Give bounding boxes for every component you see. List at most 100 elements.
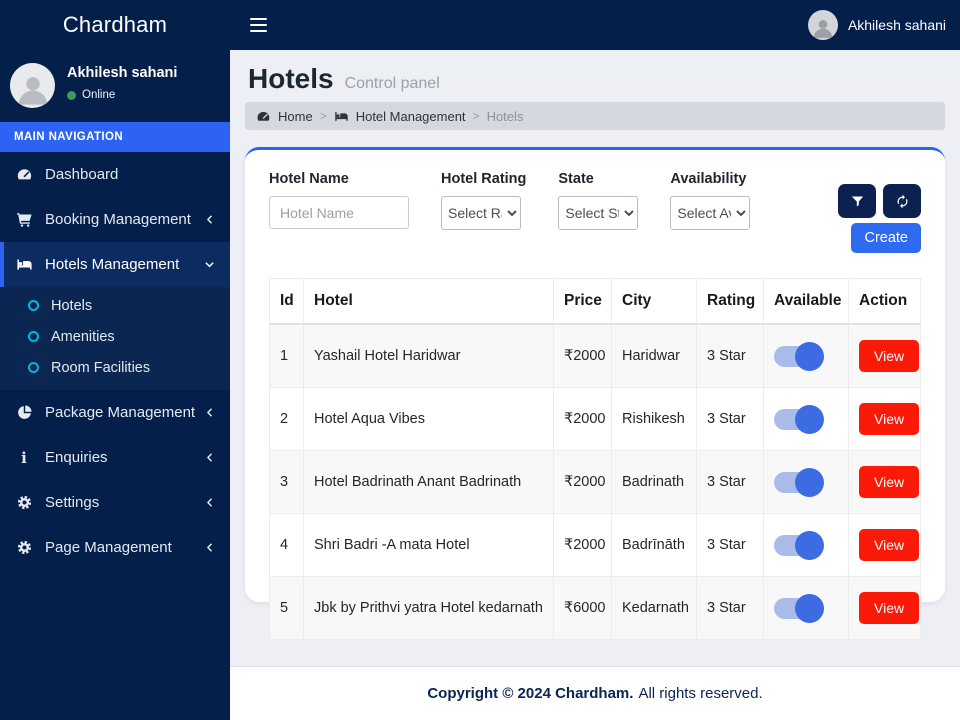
- column-header-city: City: [611, 278, 697, 325]
- availability-select[interactable]: Select Availability: [670, 196, 751, 230]
- avatar: [807, 10, 838, 40]
- cart-icon: [15, 211, 33, 229]
- cell-city: Badrīnāth: [611, 513, 697, 577]
- sidebar-nav: Dashboard Booking Management Hotels Mana…: [0, 152, 230, 570]
- cell-city: Rishikesh: [611, 387, 697, 451]
- hotels-card: Hotel Name Hotel Rating Select Rating St…: [245, 147, 945, 640]
- availability-toggle[interactable]: [774, 341, 824, 371]
- sidebar-subitem-hotels[interactable]: Hotels: [0, 290, 230, 321]
- sidebar-item-label: Hotels Management: [45, 256, 180, 273]
- column-header-hotel: Hotel: [303, 278, 554, 325]
- availability-toggle[interactable]: [774, 404, 824, 434]
- hotel-name-label: Hotel Name: [269, 171, 349, 187]
- page-subtitle: Control panel: [344, 75, 440, 92]
- sidebar-subitem-room-facilities[interactable]: Room Facilities: [0, 352, 230, 383]
- cell-price: ₹2000: [553, 323, 612, 388]
- table-row: 4 Shri Badri -A mata Hotel ₹2000 Badrīnā…: [269, 513, 921, 577]
- availability-toggle[interactable]: [774, 530, 824, 560]
- state-select[interactable]: Select State: [558, 196, 639, 230]
- cell-hotel-name: Hotel Badrinath Anant Badrinath: [303, 450, 554, 514]
- cell-hotel-name: Yashail Hotel Haridwar: [303, 323, 554, 388]
- cell-rating: 3 Star: [696, 513, 764, 577]
- state-label: State: [558, 171, 594, 187]
- cell-available: [763, 513, 849, 577]
- hotel-name-input[interactable]: [269, 196, 409, 229]
- toggle-knob: [795, 530, 824, 560]
- person-icon: [18, 77, 47, 105]
- brand-logo[interactable]: Chardham: [0, 0, 230, 50]
- filter-button[interactable]: [838, 184, 876, 218]
- sidebar-item-package-management[interactable]: Package Management: [0, 390, 230, 435]
- top-navbar: Akhilesh sahani: [230, 0, 960, 50]
- cell-rating: 3 Star: [696, 450, 764, 514]
- bed-icon: [334, 109, 349, 124]
- view-button[interactable]: View: [859, 466, 920, 498]
- cell-available: [763, 387, 849, 451]
- circle-icon: [28, 331, 39, 342]
- cell-rating: 3 Star: [696, 323, 764, 388]
- cell-id: 5: [269, 576, 304, 640]
- sidebar-item-label: Package Management: [45, 404, 196, 421]
- cell-id: 4: [269, 513, 304, 577]
- breadcrumb-hotel-management[interactable]: Hotel Management: [356, 109, 466, 124]
- cell-city: Haridwar: [611, 323, 697, 388]
- view-button[interactable]: View: [859, 529, 920, 561]
- sidebar-section-label: MAIN NAVIGATION: [0, 122, 230, 152]
- toggle-knob: [795, 467, 824, 497]
- sidebar-item-settings[interactable]: Settings: [0, 480, 230, 525]
- column-header-action: Action: [848, 278, 921, 325]
- sidebar-item-booking-management[interactable]: Booking Management: [0, 197, 230, 242]
- sidebar-subitem-label: Amenities: [51, 328, 115, 345]
- navbar-user-name: Akhilesh sahani: [847, 17, 946, 33]
- circle-icon: [28, 362, 39, 373]
- chevron-left-icon: [203, 406, 216, 419]
- pie-chart-icon: [15, 404, 33, 422]
- chevron-left-icon: [203, 496, 216, 509]
- sidebar-item-hotels-management[interactable]: Hotels Management: [0, 242, 230, 287]
- hotel-rating-select[interactable]: Select Rating: [441, 196, 521, 230]
- refresh-button[interactable]: [883, 184, 921, 218]
- cell-action: View: [848, 387, 921, 451]
- column-header-rating: Rating: [696, 278, 764, 325]
- sidebar-toggle-button[interactable]: [240, 8, 277, 43]
- breadcrumb-home[interactable]: Home: [278, 109, 313, 124]
- sidebar-item-label: Booking Management: [45, 211, 191, 228]
- hotels-management-submenu: Hotels Amenities Room Facilities: [0, 287, 230, 390]
- cell-price: ₹2000: [553, 513, 612, 577]
- sidebar-subitem-label: Hotels: [51, 297, 93, 314]
- sidebar-item-page-management[interactable]: Page Management: [0, 525, 230, 570]
- sidebar-item-dashboard[interactable]: Dashboard: [0, 152, 230, 197]
- availability-toggle[interactable]: [774, 593, 824, 623]
- footer-copyright: Copyright © 2024 Chardham.: [427, 685, 634, 702]
- cell-rating: 3 Star: [696, 387, 764, 451]
- sidebar-subitem-amenities[interactable]: Amenities: [0, 321, 230, 352]
- create-button[interactable]: Create: [851, 223, 921, 253]
- sidebar-item-enquiries[interactable]: i Enquiries: [0, 435, 230, 480]
- sidebar-item-label: Settings: [45, 494, 100, 511]
- cell-action: View: [848, 323, 921, 388]
- sidebar-user-name: Akhilesh sahani: [67, 65, 178, 81]
- table-row: 3 Hotel Badrinath Anant Badrinath ₹2000 …: [269, 450, 921, 514]
- user-status-label: Online: [82, 89, 116, 101]
- toggle-knob: [795, 341, 824, 371]
- view-button[interactable]: View: [859, 592, 920, 624]
- footer-rights: All rights reserved.: [638, 685, 763, 702]
- chevron-left-icon: [203, 213, 216, 226]
- circle-icon: [28, 300, 39, 311]
- cell-available: [763, 323, 849, 388]
- breadcrumb: Home > Hotel Management > Hotels: [245, 102, 945, 130]
- person-icon: [813, 19, 833, 38]
- table-row: 1 Yashail Hotel Haridwar ₹2000 Haridwar …: [269, 323, 921, 388]
- availability-toggle[interactable]: [774, 467, 824, 497]
- sidebar: Chardham Akhilesh sahani Online MAIN NAV…: [0, 0, 230, 720]
- view-button[interactable]: View: [859, 403, 920, 435]
- navbar-user-menu[interactable]: Akhilesh sahani: [807, 10, 946, 40]
- page-title: Hotels: [248, 63, 334, 94]
- cell-available: [763, 576, 849, 640]
- breadcrumb-separator: >: [472, 109, 480, 123]
- cell-action: View: [848, 576, 921, 640]
- hotel-rating-label: Hotel Rating: [441, 171, 527, 187]
- cell-action: View: [848, 450, 921, 514]
- availability-label: Availability: [670, 171, 747, 187]
- view-button[interactable]: View: [859, 340, 920, 372]
